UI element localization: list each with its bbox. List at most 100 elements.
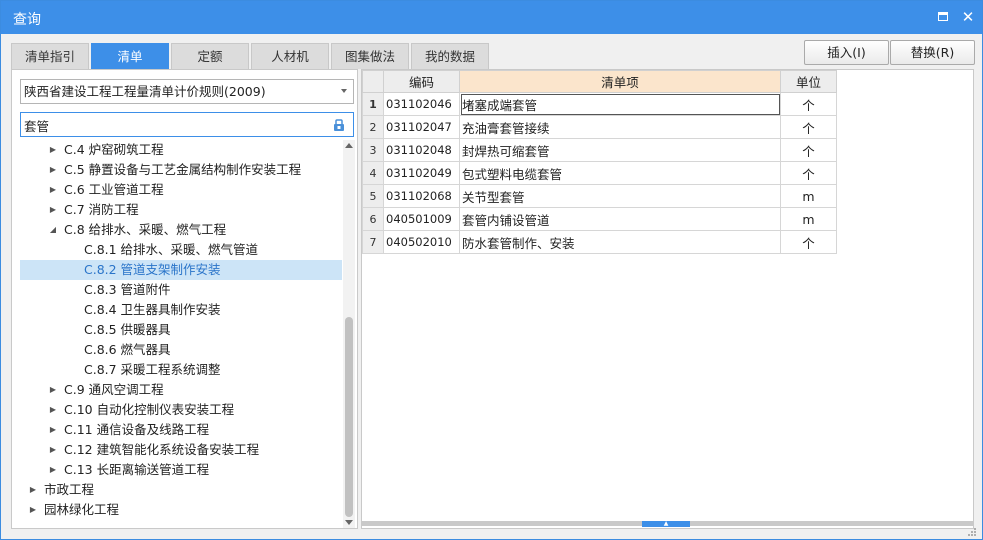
tree-scrollbar[interactable] — [343, 140, 355, 528]
maximize-button[interactable] — [935, 9, 951, 25]
tab-my-data[interactable]: 我的数据 — [411, 43, 489, 69]
tab-bill[interactable]: 清单 — [91, 43, 169, 69]
tree-item[interactable]: ▶ C.5 静置设备与工艺金属结构制作安装工程 — [20, 160, 342, 180]
table-row[interactable]: 2 031102047 充油膏套管接续个 — [362, 115, 837, 139]
unit-cell[interactable]: m — [780, 184, 837, 208]
tree-item[interactable]: ▶ 园林绿化工程 — [20, 500, 342, 520]
unit-cell[interactable]: 个 — [780, 138, 837, 162]
rule-select-value: 陕西省建设工程工程量清单计价规则(2009) — [24, 84, 266, 99]
search-box — [20, 112, 354, 137]
table-row[interactable]: 6 040501009 套管内铺设管道 m — [362, 207, 837, 231]
collapsed-arrow-icon[interactable]: ▶ — [48, 400, 58, 420]
tab-quota[interactable]: 定额 — [171, 43, 249, 69]
splitter-handle[interactable]: ▲ — [642, 521, 690, 527]
code-cell[interactable]: 031102046 — [383, 92, 460, 116]
tab-bill-guide[interactable]: 清单指引 — [11, 43, 89, 69]
table-body: 1 031102046 堵塞成端套管个 2 031102047 充油膏套管接续个 3 0311… — [362, 92, 837, 254]
code-cell[interactable]: 031102048 — [383, 138, 460, 162]
name-cell[interactable]: 关节型套管 — [459, 184, 781, 208]
row-number-cell[interactable]: 1 — [362, 92, 384, 116]
name-cell[interactable]: 包式塑料电缆套管 — [459, 161, 781, 185]
table-row[interactable]: 3 031102048 封焊热可缩套管个 — [362, 138, 837, 162]
tree-item[interactable]: C.8.2 管道支架制作安装 — [20, 260, 342, 280]
collapsed-arrow-icon[interactable]: ▶ — [48, 460, 58, 480]
tree-item[interactable]: ▶ C.7 消防工程 — [20, 200, 342, 220]
collapsed-arrow-icon[interactable]: ▶ — [48, 440, 58, 460]
unit-cell[interactable]: m — [780, 207, 837, 231]
tree-item[interactable]: C.8.4 卫生器具制作安装 — [20, 300, 342, 320]
tab-labor-material-machine[interactable]: 人材机 — [251, 43, 329, 69]
tree-item[interactable]: C.8.1 给排水、采暖、燃气管道 — [20, 240, 342, 260]
tree-item-label: 园林绿化工程 — [44, 502, 120, 517]
tree-item-label: C.8.1 给排水、采暖、燃气管道 — [84, 242, 259, 257]
code-cell[interactable]: 040501009 — [383, 207, 460, 231]
category-panel: 陕西省建设工程工程量清单计价规则(2009) ▶ C.4 炉窑砌筑工程 ▶ C.5 静… — [11, 69, 358, 529]
unit-column-header[interactable]: 单位 — [780, 70, 837, 93]
collapsed-arrow-icon[interactable]: ▶ — [48, 200, 58, 220]
tree-item[interactable]: C.8.6 燃气器具 — [20, 340, 342, 360]
collapsed-arrow-icon[interactable]: ▶ — [48, 380, 58, 400]
tree-item[interactable]: ▶ C.10 自动化控制仪表安装工程 — [20, 400, 342, 420]
unit-cell[interactable]: 个 — [780, 92, 837, 116]
tree-item[interactable]: C.8.3 管道附件 — [20, 280, 342, 300]
tree-item[interactable]: ▶ C.11 通信设备及线路工程 — [20, 420, 342, 440]
code-cell[interactable]: 031102068 — [383, 184, 460, 208]
tab-atlas-method[interactable]: 图集做法 — [331, 43, 409, 69]
name-cell[interactable]: 防水套管制作、安装 — [459, 230, 781, 254]
tree-item[interactable]: ▶ 市政工程 — [20, 480, 342, 500]
name-cell[interactable]: 堵塞成端套管 — [459, 92, 781, 116]
rule-select[interactable]: 陕西省建设工程工程量清单计价规则(2009) — [20, 79, 354, 104]
name-column-header[interactable]: 清单项 — [459, 70, 781, 93]
bill-items-table: 编码 清单项 单位 1 031102046 堵塞成端套管个 2 031102047 充油膏… — [362, 70, 837, 254]
unit-cell[interactable]: 个 — [780, 230, 837, 254]
row-number-header — [362, 70, 384, 93]
tree-item-label: C.9 通风空调工程 — [64, 382, 164, 397]
row-number-cell[interactable]: 3 — [362, 138, 384, 162]
search-input[interactable] — [24, 115, 324, 135]
scroll-thumb[interactable] — [345, 317, 353, 517]
code-cell[interactable]: 031102047 — [383, 115, 460, 139]
tree-item[interactable]: C.8.7 采暖工程系统调整 — [20, 360, 342, 380]
collapsed-arrow-icon[interactable]: ▶ — [48, 420, 58, 440]
tree-item[interactable]: ▶ C.12 建筑智能化系统设备安装工程 — [20, 440, 342, 460]
code-cell[interactable]: 040502010 — [383, 230, 460, 254]
close-button[interactable]: ✕ — [960, 9, 976, 25]
search-icon[interactable] — [332, 118, 346, 132]
tree-item[interactable]: C.8.5 供暖器具 — [20, 320, 342, 340]
tree-item[interactable]: ▶ C.4 炉窑砌筑工程 — [20, 140, 342, 160]
title-bar[interactable]: 查询 ✕ — [1, 1, 982, 34]
name-cell[interactable]: 封焊热可缩套管 — [459, 138, 781, 162]
row-number-cell[interactable]: 2 — [362, 115, 384, 139]
row-number-cell[interactable]: 6 — [362, 207, 384, 231]
table-row[interactable]: 1 031102046 堵塞成端套管个 — [362, 92, 837, 116]
collapsed-arrow-icon[interactable]: ▶ — [28, 480, 38, 500]
table-row[interactable]: 5 031102068 关节型套管 m — [362, 184, 837, 208]
tree-item[interactable]: ◢ C.8 给排水、采暖、燃气工程 — [20, 220, 342, 240]
name-cell[interactable]: 充油膏套管接续 — [459, 115, 781, 139]
code-cell[interactable]: 031102049 — [383, 161, 460, 185]
table-row[interactable]: 7 040502010 防水套管制作、安装个 — [362, 230, 837, 254]
insert-button[interactable]: 插入(I) — [804, 40, 889, 65]
collapsed-arrow-icon[interactable]: ▶ — [48, 160, 58, 180]
row-number-cell[interactable]: 4 — [362, 161, 384, 185]
replace-button[interactable]: 替换(R) — [890, 40, 975, 65]
name-cell[interactable]: 套管内铺设管道 — [459, 207, 781, 231]
tree-item[interactable]: ▶ C.13 长距离输送管道工程 — [20, 460, 342, 480]
unit-cell[interactable]: 个 — [780, 161, 837, 185]
row-number-cell[interactable]: 5 — [362, 184, 384, 208]
collapsed-arrow-icon[interactable]: ▶ — [28, 500, 38, 520]
code-column-header[interactable]: 编码 — [383, 70, 460, 93]
scroll-up-icon[interactable] — [345, 143, 353, 148]
tree-item[interactable]: ▶ C.9 通风空调工程 — [20, 380, 342, 400]
collapsed-arrow-icon[interactable]: ▶ — [48, 180, 58, 200]
tree-item[interactable]: ▶ C.6 工业管道工程 — [20, 180, 342, 200]
row-number-cell[interactable]: 7 — [362, 230, 384, 254]
expanded-arrow-icon[interactable]: ◢ — [48, 220, 58, 240]
collapsed-arrow-icon[interactable]: ▶ — [48, 140, 58, 160]
unit-cell[interactable]: 个 — [780, 115, 837, 139]
window-title: 查询 — [13, 12, 41, 28]
resize-grip-icon[interactable] — [967, 527, 977, 537]
tree-item-label: C.4 炉窑砌筑工程 — [64, 142, 164, 157]
scroll-down-icon[interactable] — [345, 520, 353, 525]
table-row[interactable]: 4 031102049 包式塑料电缆套管个 — [362, 161, 837, 185]
